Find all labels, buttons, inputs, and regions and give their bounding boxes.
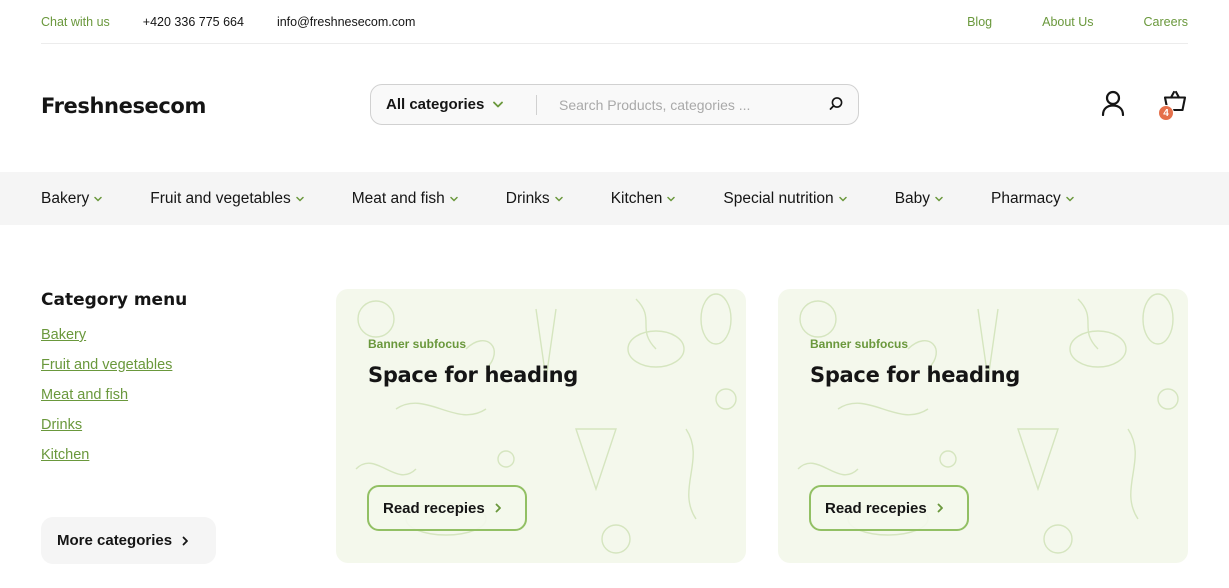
chat-link[interactable]: Chat with us bbox=[41, 15, 110, 29]
nav-item-kitchen[interactable]: Kitchen bbox=[611, 190, 676, 208]
top-bar: Chat with us +420 336 775 664 info@fresh… bbox=[41, 0, 1188, 44]
nav-item-drinks[interactable]: Drinks bbox=[506, 190, 563, 208]
category-select[interactable]: All categories bbox=[371, 94, 537, 115]
category-menu: Category menu Bakery Fruit and vegetable… bbox=[41, 290, 281, 477]
nav-item-label: Drinks bbox=[505, 189, 550, 207]
nav-item-label: Kitchen bbox=[610, 189, 663, 207]
chevron-down-icon bbox=[935, 196, 943, 202]
chevron-down-icon bbox=[295, 196, 304, 202]
category-link-drinks[interactable]: Drinks bbox=[41, 417, 281, 434]
nav-item-label: Bakery bbox=[41, 189, 90, 207]
top-links: Blog About Us Careers bbox=[917, 15, 1188, 29]
email-address[interactable]: info@freshnesecom.com bbox=[277, 15, 415, 29]
chevron-right-icon bbox=[495, 503, 502, 513]
chevron-down-icon bbox=[554, 196, 563, 202]
cart-count-badge: 4 bbox=[1158, 105, 1174, 121]
logo[interactable]: Freshnesecom bbox=[41, 94, 206, 118]
header: Freshnesecom All categories 4 bbox=[41, 44, 1188, 172]
careers-link[interactable]: Careers bbox=[1144, 15, 1188, 29]
search-icon[interactable] bbox=[828, 96, 844, 112]
chevron-down-icon bbox=[94, 196, 102, 202]
banner-subfocus: Banner subfocus bbox=[810, 337, 909, 351]
banner-subfocus: Banner subfocus bbox=[368, 337, 467, 351]
read-recepies-label: Read recepies bbox=[383, 499, 485, 517]
category-link-fruit-and-vegetables[interactable]: Fruit and vegetables bbox=[41, 357, 281, 374]
chevron-right-icon bbox=[182, 536, 189, 546]
more-categories-button[interactable]: More categories bbox=[41, 517, 216, 564]
search-input[interactable] bbox=[559, 96, 819, 113]
chevron-right-icon bbox=[937, 503, 944, 513]
blog-link[interactable]: Blog bbox=[967, 15, 992, 29]
category-nav: Bakery Fruit and vegetables Meat and fis… bbox=[0, 172, 1229, 225]
category-link-bakery[interactable]: Bakery bbox=[41, 327, 281, 344]
category-link-meat-and-fish[interactable]: Meat and fish bbox=[41, 387, 281, 404]
about-us-link[interactable]: About Us bbox=[1042, 15, 1093, 29]
user-icon[interactable] bbox=[1101, 90, 1125, 116]
nav-item-label: Pharmacy bbox=[991, 189, 1061, 207]
nav-item-label: Fruit and vegetables bbox=[150, 189, 291, 207]
category-menu-title: Category menu bbox=[41, 290, 188, 310]
category-select-label: All categories bbox=[386, 96, 485, 113]
nav-item-bakery[interactable]: Bakery bbox=[41, 190, 102, 208]
more-categories-label: More categories bbox=[57, 532, 173, 549]
search-bar: All categories bbox=[370, 84, 859, 125]
promo-banner-1: Banner subfocus Space for heading Read r… bbox=[336, 289, 746, 563]
chevron-down-icon bbox=[838, 196, 847, 202]
contact-info: Chat with us +420 336 775 664 info@fresh… bbox=[41, 15, 448, 29]
chevron-down-icon bbox=[450, 196, 458, 202]
phone-number[interactable]: +420 336 775 664 bbox=[143, 15, 244, 29]
read-recepies-button[interactable]: Read recepies bbox=[809, 485, 969, 531]
banner-heading: Space for heading bbox=[810, 363, 1021, 387]
nav-item-label: Meat and fish bbox=[351, 189, 445, 207]
promo-banner-2: Banner subfocus Space for heading Read r… bbox=[778, 289, 1188, 563]
chevron-down-icon bbox=[667, 196, 676, 202]
nav-item-label: Baby bbox=[894, 189, 931, 207]
nav-item-special-nutrition[interactable]: Special nutrition bbox=[723, 189, 847, 208]
read-recepies-label: Read recepies bbox=[825, 499, 927, 517]
chevron-down-icon bbox=[1066, 196, 1074, 202]
chevron-down-icon bbox=[493, 101, 504, 108]
category-link-kitchen[interactable]: Kitchen bbox=[41, 447, 281, 464]
nav-item-baby[interactable]: Baby bbox=[895, 190, 943, 208]
nav-item-label: Special nutrition bbox=[723, 189, 834, 207]
nav-item-fruit-and-vegetables[interactable]: Fruit and vegetables bbox=[150, 189, 304, 208]
nav-item-meat-and-fish[interactable]: Meat and fish bbox=[352, 190, 458, 208]
nav-item-pharmacy[interactable]: Pharmacy bbox=[991, 190, 1074, 208]
read-recepies-button[interactable]: Read recepies bbox=[367, 485, 527, 531]
banner-heading: Space for heading bbox=[368, 363, 579, 387]
